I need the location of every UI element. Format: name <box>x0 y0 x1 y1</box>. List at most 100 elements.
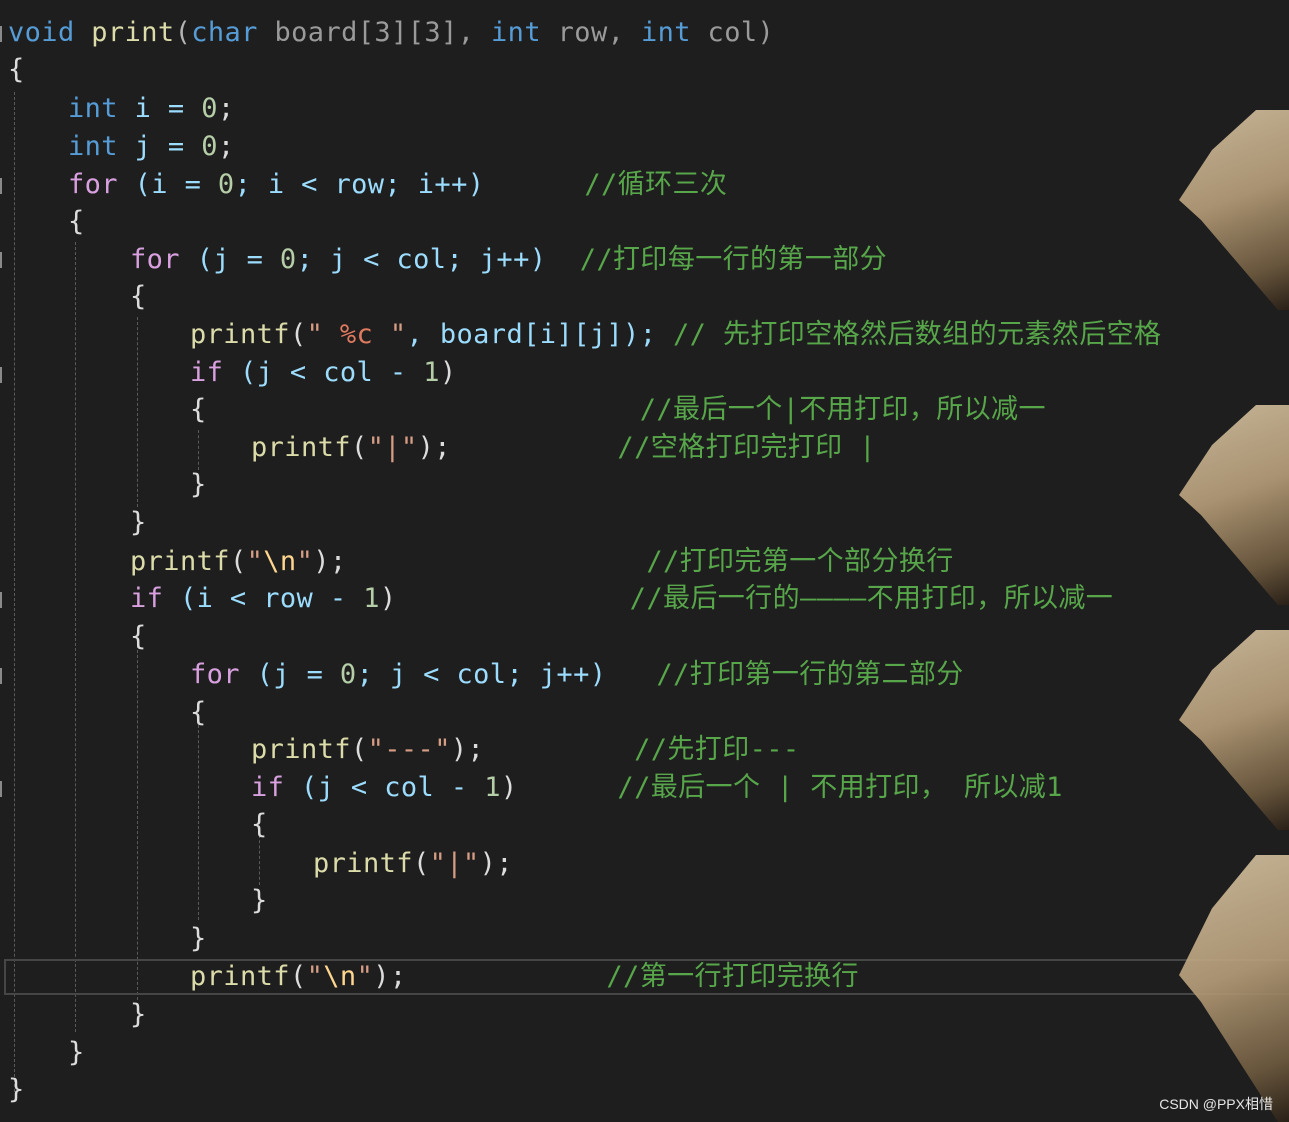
code-editor[interactable]: void print(char board[3][3], int row, in… <box>0 0 1289 1122</box>
fold-marker[interactable] <box>0 668 6 684</box>
fold-marker[interactable] <box>0 781 6 797</box>
indent-guide <box>14 92 15 1092</box>
token-number: 0 <box>201 93 218 124</box>
token-punct: ); <box>417 432 451 463</box>
token-comment: //打印第一行的第二部分 <box>606 659 964 690</box>
token-comment: // 先打印空格然后数组的元素然后空格 <box>673 319 1162 350</box>
token-string: " <box>356 961 374 992</box>
token-params: row, <box>541 17 641 48</box>
token-number: 1 <box>484 772 501 803</box>
code-line-22[interactable]: { <box>251 806 268 844</box>
code-line-17[interactable]: { <box>130 618 147 656</box>
token-keyword: for <box>190 659 240 690</box>
token-brace: { <box>130 621 147 652</box>
code-line-13[interactable]: } <box>190 466 207 504</box>
code-line-8[interactable]: { <box>130 278 147 316</box>
token-comment: //最后一个|不用打印，所以减一 <box>206 394 1046 425</box>
token-punct: ); <box>479 848 513 879</box>
token-brace: } <box>130 507 147 538</box>
code-line-18[interactable]: for (j = 0; j < col; j++) //打印第一行的第二部分 <box>190 656 964 694</box>
code-line-19[interactable]: { <box>190 694 207 732</box>
indent-guide <box>198 430 199 470</box>
code-line-6[interactable]: { <box>68 203 85 241</box>
token-comment: //最后一行的————不用打印，所以减一 <box>396 583 1114 614</box>
code-line-2[interactable]: { <box>8 51 25 89</box>
token-number: 0 <box>217 169 235 200</box>
code-line-25[interactable]: } <box>190 920 207 958</box>
code-line-4[interactable]: int j = 0; <box>68 128 235 166</box>
token-code: ; i < row; i++) <box>234 169 485 200</box>
token-punct: ; <box>217 131 235 162</box>
token-keyword: if <box>190 357 224 388</box>
token-comment: //最后一个 | 不用打印， 所以减1 <box>517 772 1063 803</box>
code-line-21[interactable]: if (j < col - 1) //最后一个 | 不用打印， 所以减1 <box>251 769 1063 807</box>
fold-marker[interactable] <box>0 367 6 383</box>
token-brace: } <box>190 469 207 500</box>
code-line-23[interactable]: printf("|"); <box>313 845 513 883</box>
token-punct: ) <box>379 583 397 614</box>
code-line-24[interactable]: } <box>251 882 268 920</box>
code-line-27[interactable]: } <box>130 996 147 1034</box>
token-brace: } <box>8 1074 25 1105</box>
fold-marker[interactable] <box>0 26 6 42</box>
fold-marker[interactable] <box>0 592 6 608</box>
token-function: printf <box>130 546 230 577</box>
token-function: printf <box>251 734 351 765</box>
token-code: i = <box>117 93 202 124</box>
code-line-14[interactable]: } <box>130 504 147 542</box>
token-comment: //先打印--- <box>484 734 800 765</box>
token-string: " <box>306 961 324 992</box>
code-line-9[interactable]: printf(" %c ", board[i][j]); // 先打印空格然后数… <box>190 316 1161 354</box>
token-format: %c <box>339 319 374 350</box>
token-comment: //空格打印完打印 | <box>450 432 876 463</box>
token-punct: ( <box>289 961 307 992</box>
token-code: (j < col - <box>284 772 485 803</box>
token-brace: { <box>190 697 207 728</box>
code-line-11[interactable]: { //最后一个|不用打印，所以减一 <box>190 391 1046 429</box>
code-line-12[interactable]: printf("|"); //空格打印完打印 | <box>251 429 876 467</box>
token-number: 0 <box>339 659 357 690</box>
code-line-1[interactable]: void print(char board[3][3], int row, in… <box>8 14 774 52</box>
token-brace: } <box>68 1037 85 1068</box>
code-line-3[interactable]: int i = 0; <box>68 90 235 128</box>
token-number: 1 <box>423 357 440 388</box>
token-code: , board[i][j]); <box>406 319 674 350</box>
token-brace: } <box>251 885 268 916</box>
token-brace: { <box>68 206 85 237</box>
token-number: 1 <box>363 583 380 614</box>
code-line-10[interactable]: if (j < col - 1) <box>190 354 457 392</box>
code-line-29[interactable]: } <box>8 1071 25 1109</box>
code-line-7[interactable]: for (j = 0; j < col; j++) //打印每一行的第一部分 <box>130 241 887 279</box>
token-function: printf <box>190 319 290 350</box>
token-brace: { <box>190 394 207 425</box>
indent-guide <box>198 720 199 920</box>
token-keyword: for <box>68 169 118 200</box>
code-line-20[interactable]: printf("---"); //先打印--- <box>251 731 800 769</box>
fold-marker[interactable] <box>0 178 6 194</box>
token-number: 0 <box>279 244 297 275</box>
token-code: j = <box>117 131 202 162</box>
token-code: ; j < col; j++) <box>356 659 607 690</box>
token-string: " <box>373 319 407 350</box>
code-line-26[interactable]: printf("\n"); //第一行打印完换行 <box>190 958 859 996</box>
token-keyword: void <box>8 17 75 48</box>
token-function: print <box>91 17 175 48</box>
code-line-15[interactable]: printf("\n"); //打印完第一个部分换行 <box>130 543 954 581</box>
token-params: col) <box>690 17 775 48</box>
token-string: "|" <box>429 848 480 879</box>
fold-marker[interactable] <box>0 252 6 268</box>
token-punct: ) <box>500 772 518 803</box>
code-line-28[interactable]: } <box>68 1034 85 1072</box>
code-line-16[interactable]: if (i < row - 1) //最后一行的————不用打印，所以减一 <box>130 580 1113 618</box>
code-line-5[interactable]: for (i = 0; i < row; i++) //循环三次 <box>68 166 727 204</box>
token-punct: ( <box>289 319 307 350</box>
token-comment: //第一行打印完换行 <box>406 961 859 992</box>
token-keyword: int <box>640 17 691 48</box>
token-brace: } <box>190 923 207 954</box>
indent-guide <box>75 242 76 1032</box>
background-figure-image <box>1179 405 1289 605</box>
token-keyword: if <box>251 772 285 803</box>
watermark-text: CSDN @PPX相惜 <box>1159 1096 1273 1112</box>
token-punct: ( <box>350 432 368 463</box>
token-code: (i < row - <box>163 583 364 614</box>
